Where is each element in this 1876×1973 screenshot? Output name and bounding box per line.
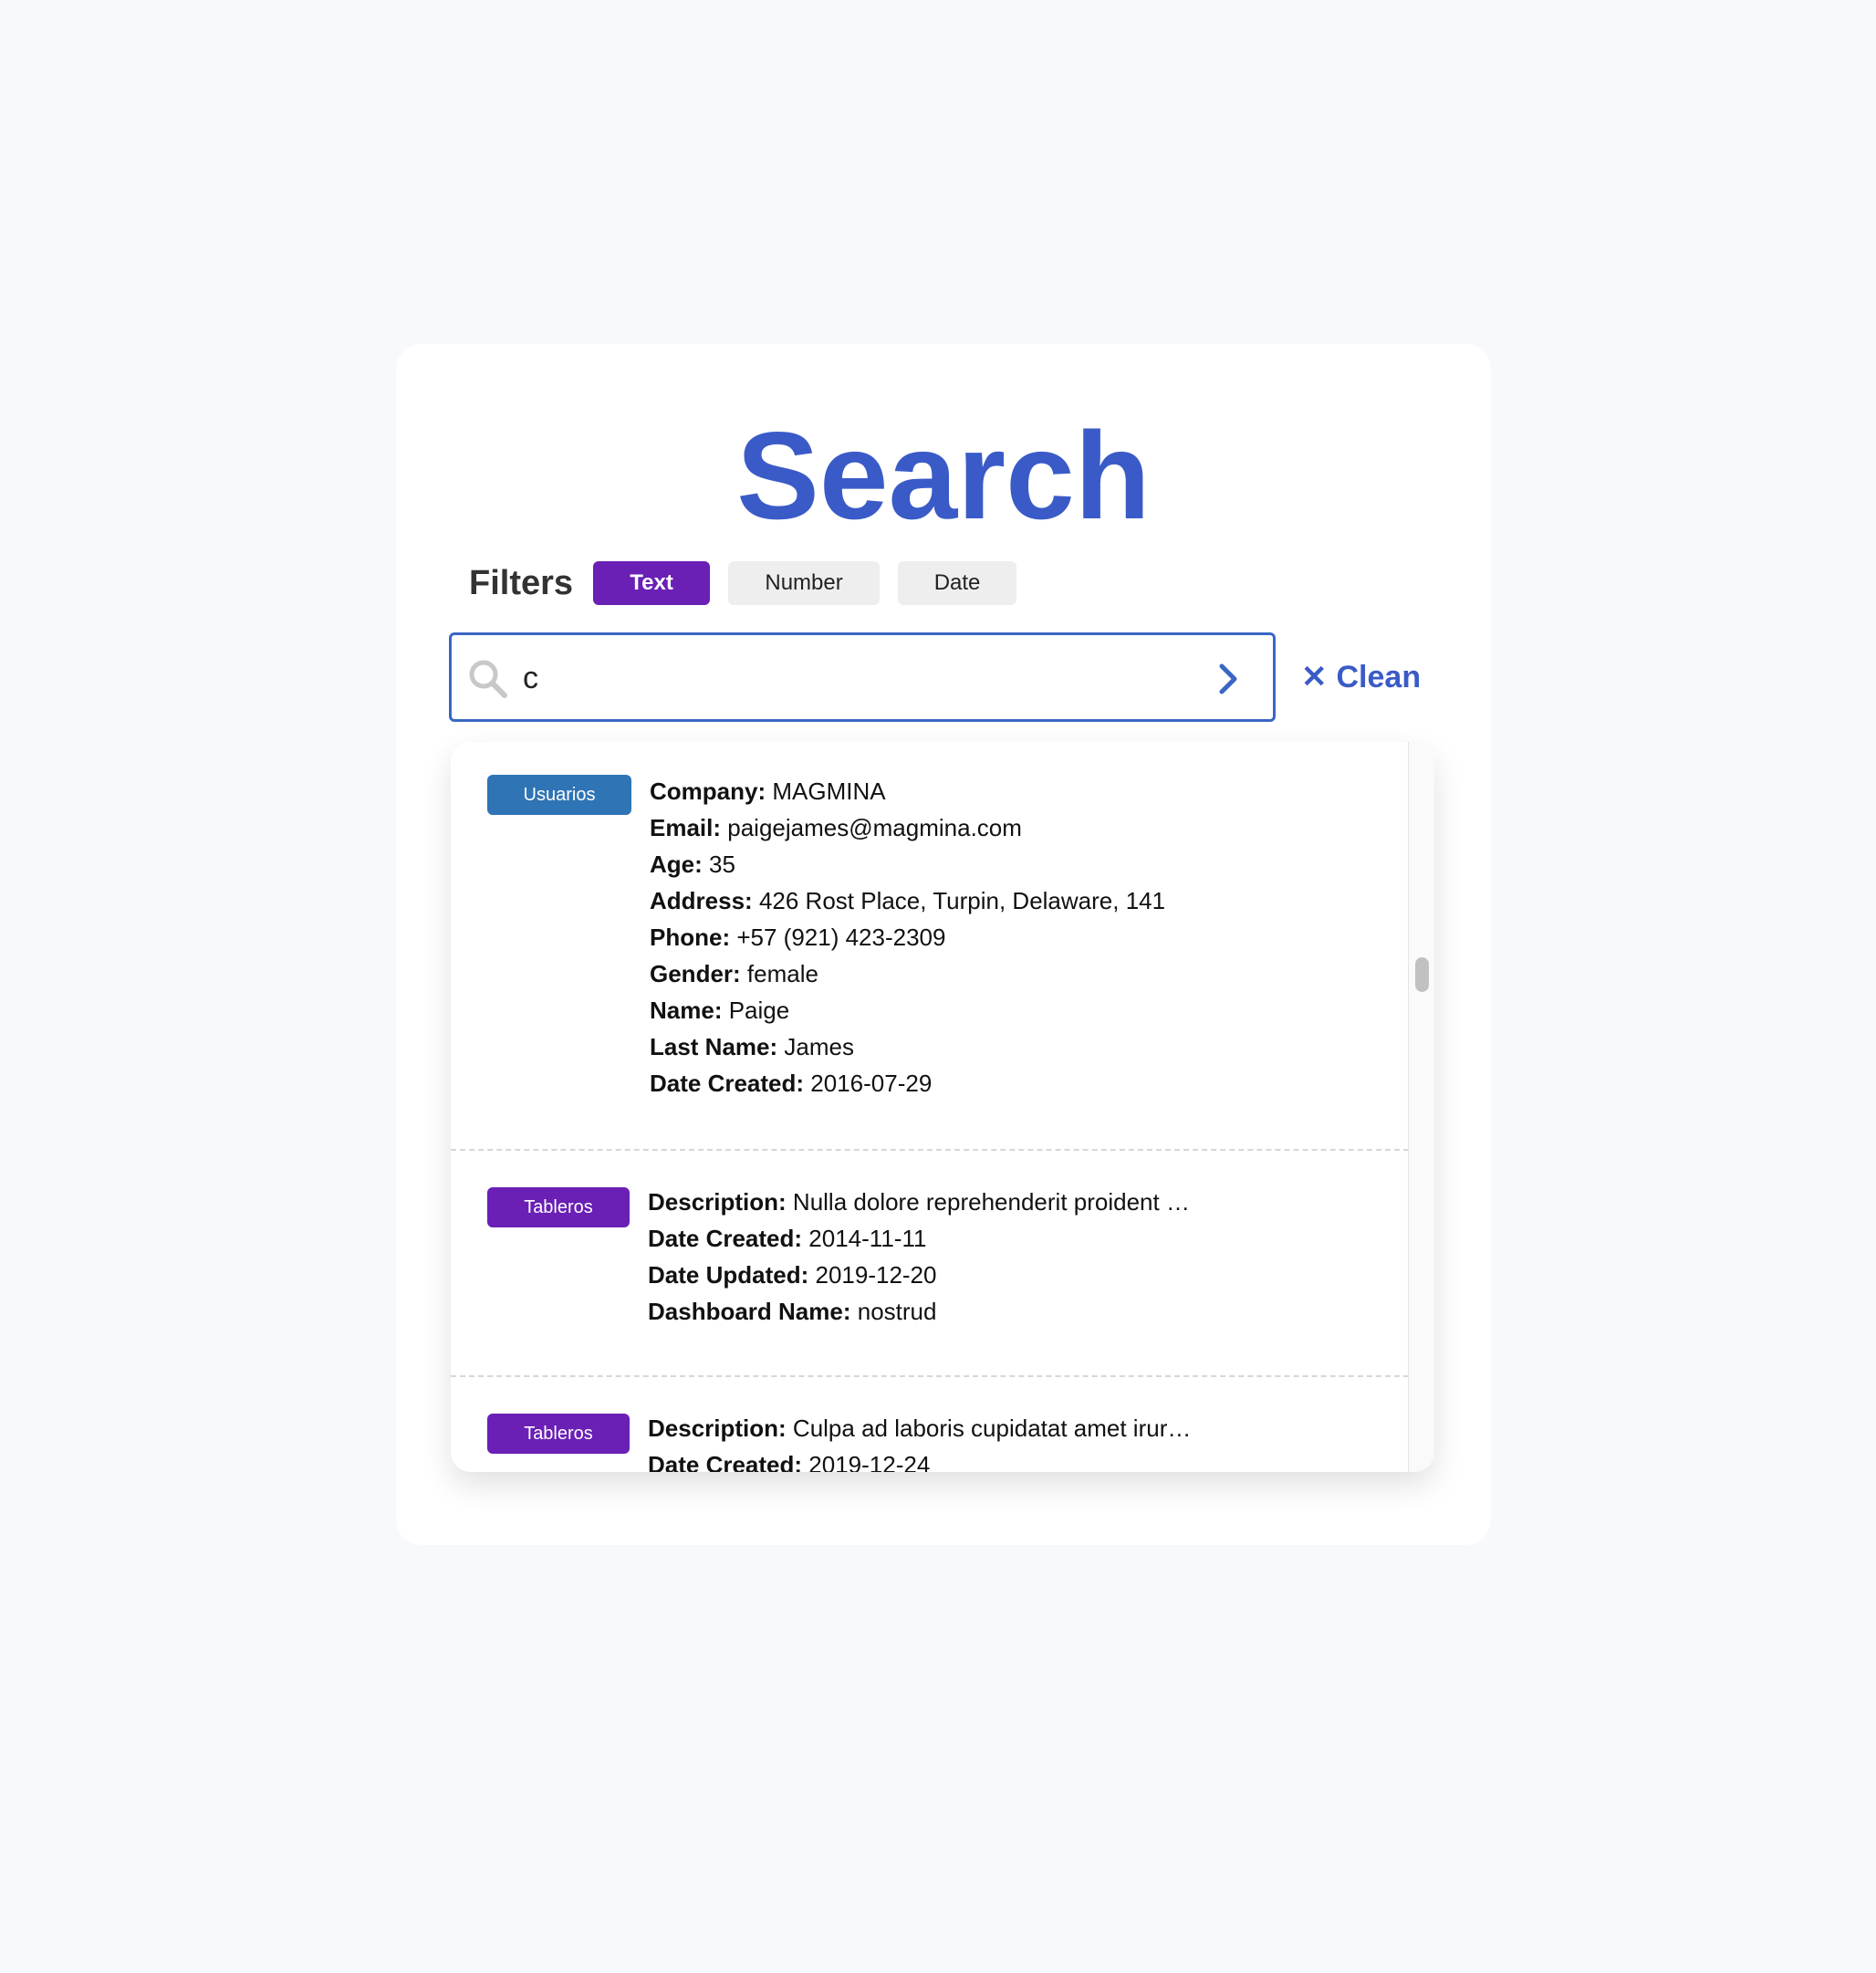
page-title: Search [736,406,1151,545]
result-fields: Description: Culpa ad laboris cupidatat … [648,1410,1191,1472]
scrollbar[interactable] [1408,742,1434,1472]
field-value: 426 Rost Place, Turpin, Delaware, 141 [758,887,1166,914]
search-icon [469,660,507,698]
field-value: +57 (921) 423-2309 [736,924,946,951]
search-card: Search Filters Text Number Date ✕ Clean … [396,344,1491,1545]
results-list[interactable]: Usuarios Company: MAGMINA Email: paigeja… [451,742,1409,1472]
field-row: Date Created: 2016-07-29 [650,1065,1165,1101]
field-row: Email: paigejames@magmina.com [650,809,1165,846]
field-key: Last Name: [650,1033,778,1060]
field-value: 2014-11-11 [808,1225,927,1252]
result-item[interactable]: Tableros Description: Culpa ad laboris c… [451,1377,1409,1472]
field-key: Date Updated: [648,1261,809,1289]
field-key: Description: [648,1188,787,1216]
clean-button[interactable]: ✕ Clean [1301,654,1421,700]
field-row: Date Created: 2019-12-24 [648,1446,1191,1472]
field-row: Gender: female [650,955,1165,992]
field-value: 2019-12-20 [815,1261,937,1289]
filter-date-button[interactable]: Date [898,561,1017,605]
result-fields: Description: Nulla dolore reprehenderit … [648,1184,1190,1330]
field-row: Phone: +57 (921) 423-2309 [650,919,1165,955]
field-key: Gender: [650,960,741,987]
search-box [449,632,1276,722]
scrollbar-thumb[interactable] [1415,957,1429,992]
result-fields: Company: MAGMINA Email: paigejames@magmi… [650,773,1165,1101]
close-icon: ✕ [1301,660,1328,694]
clean-label: Clean [1336,659,1422,694]
field-key: Date Created: [648,1225,803,1252]
field-key: Description: [648,1415,787,1442]
field-row: Date Updated: 2019-12-20 [648,1257,1190,1293]
field-row: Address: 426 Rost Place, Turpin, Delawar… [650,882,1165,919]
field-row: Date Created: 2014-11-11 [648,1220,1190,1257]
search-input[interactable] [523,652,1162,705]
field-row: Company: MAGMINA [650,773,1165,809]
field-key: Age: [650,851,703,878]
tableros-tag: Tableros [487,1414,630,1454]
field-key: Phone: [650,924,731,951]
field-value: female [746,960,818,987]
field-key: Email: [650,814,722,841]
field-row: Name: Paige [650,992,1165,1028]
field-key: Address: [650,887,753,914]
field-value: Paige [728,997,790,1024]
results-dropdown: Usuarios Company: MAGMINA Email: paigeja… [451,742,1434,1472]
usuarios-tag: Usuarios [487,775,631,815]
field-row: Dashboard Name: nostrud [648,1293,1190,1330]
field-value: 35 [709,851,735,878]
field-row: Description: Nulla dolore reprehenderit … [648,1184,1190,1220]
tableros-tag: Tableros [487,1187,630,1227]
field-value: James [784,1033,854,1060]
chevron-right-icon[interactable] [1216,663,1242,695]
field-row: Age: 35 [650,846,1165,882]
result-item[interactable]: Tableros Description: Nulla dolore repre… [451,1151,1409,1377]
field-value: Nulla dolore reprehenderit proident … [792,1188,1190,1216]
field-value: nostrud [857,1298,937,1325]
field-value: 2019-12-24 [808,1451,931,1472]
result-item[interactable]: Usuarios Company: MAGMINA Email: paigeja… [451,742,1409,1151]
filters-label: Filters [469,563,574,602]
field-value: Culpa ad laboris cupidatat amet irur… [792,1415,1192,1442]
field-key: Date Created: [650,1070,805,1097]
field-value: 2016-07-29 [810,1070,933,1097]
field-key: Name: [650,997,723,1024]
field-row: Last Name: James [650,1028,1165,1065]
filter-text-button[interactable]: Text [593,561,711,605]
field-value: paigejames@magmina.com [727,814,1022,841]
filter-number-button[interactable]: Number [728,561,881,605]
field-key: Dashboard Name: [648,1298,851,1325]
field-key: Date Created: [648,1451,803,1472]
field-row: Description: Culpa ad laboris cupidatat … [648,1410,1191,1446]
filters-bar: Filters Text Number Date [469,561,1035,605]
field-key: Company: [650,778,766,805]
field-value: MAGMINA [772,778,886,805]
